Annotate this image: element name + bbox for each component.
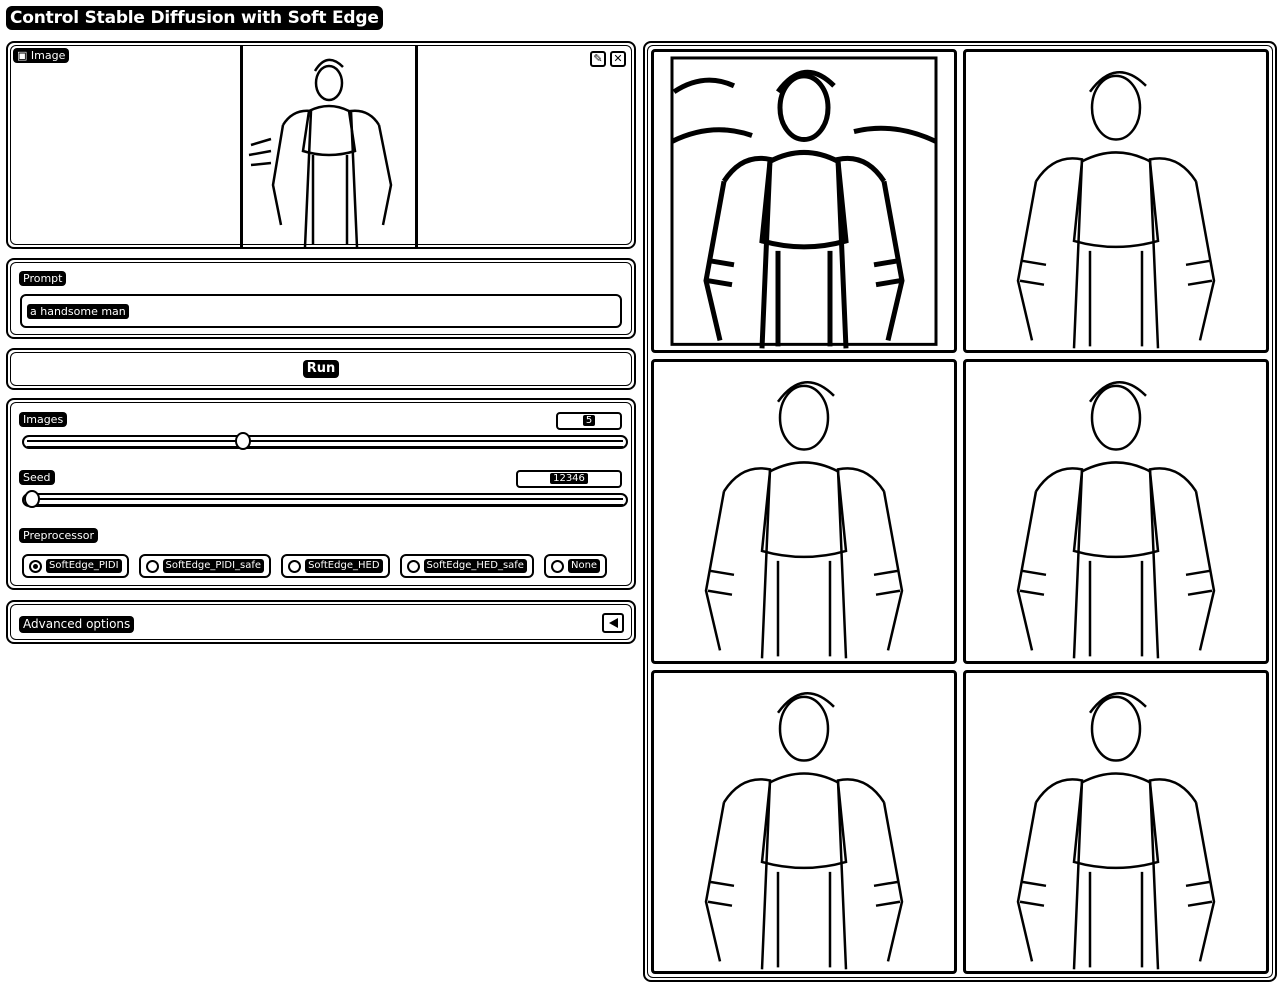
radio-dot-icon [288, 559, 302, 573]
gallery-image[interactable] [963, 669, 1269, 974]
gallery-image[interactable] [651, 359, 957, 664]
gallery-image[interactable] [963, 49, 1269, 354]
person-drawing [248, 58, 393, 247]
preprocessor-option[interactable]: SoftEdge_HED [281, 554, 390, 578]
image-input-panel[interactable]: ▣ Image ✎ ✕ [6, 41, 636, 249]
close-icon[interactable]: ✕ [610, 51, 626, 67]
generated-person [1016, 71, 1216, 349]
preprocessor-option-label: SoftEdge_HED_safe [423, 559, 527, 573]
seed-value: 12346 [550, 473, 588, 484]
preprocessor-option[interactable]: SoftEdge_PIDI [22, 554, 129, 578]
gallery-image[interactable] [651, 49, 957, 354]
settings-panel: Images 5 Seed 12346 Preprocessor SoftEdg… [6, 398, 636, 590]
prompt-input[interactable]: a handsome man [20, 294, 622, 328]
images-value: 5 [582, 415, 596, 426]
images-number-input[interactable]: 5 [556, 412, 622, 430]
seed-slider[interactable] [22, 490, 628, 508]
collapse-arrow-icon[interactable] [602, 613, 624, 633]
preprocessor-radio-group: SoftEdge_PIDI SoftEdge_PIDI_safe SoftEdge_… [22, 554, 608, 578]
image-icon: ▣ [17, 49, 31, 62]
soft-edge-map [670, 56, 938, 349]
seed-slider-thumb[interactable] [24, 490, 40, 508]
preprocessor-option[interactable]: None [543, 554, 608, 578]
prompt-value: a handsome man [27, 304, 129, 319]
input-image-preview [240, 45, 418, 247]
preprocessor-option-label: SoftEdge_PIDI [46, 559, 122, 573]
preprocessor-option-label: None [567, 559, 601, 573]
preprocessor-option-label: SoftEdge_HED [305, 559, 383, 573]
output-gallery [643, 41, 1277, 982]
images-slider-thumb[interactable] [234, 432, 251, 450]
pencil-icon[interactable]: ✎ [590, 51, 606, 67]
generated-person [704, 381, 904, 659]
images-label: Images [19, 412, 68, 427]
preprocessor-option[interactable]: SoftEdge_PIDI_safe [138, 554, 272, 578]
generated-person [1016, 381, 1216, 659]
prompt-label: Prompt [19, 271, 67, 286]
radio-dot-icon [145, 559, 159, 573]
generated-person [1016, 691, 1216, 970]
radio-dot-icon [29, 559, 42, 573]
preprocessor-option[interactable]: SoftEdge_HED_safe [399, 554, 534, 578]
seed-label: Seed [19, 470, 55, 485]
seed-number-input[interactable]: 12346 [516, 470, 622, 488]
page-title: Control Stable Diffusion with Soft Edge [6, 6, 383, 30]
run-label: Run [302, 360, 340, 378]
prompt-panel: Prompt a handsome man [6, 258, 636, 339]
advanced-options-accordion[interactable]: Advanced options [6, 600, 636, 644]
image-label-text: Image [30, 49, 66, 62]
advanced-options-label: Advanced options [19, 616, 135, 633]
images-slider[interactable] [22, 432, 628, 450]
radio-dot-icon [550, 559, 564, 573]
gallery-image[interactable] [963, 359, 1269, 664]
generated-person [704, 691, 904, 970]
gallery-image[interactable] [651, 669, 957, 974]
run-button[interactable]: Run [6, 348, 636, 390]
preprocessor-label: Preprocessor [19, 528, 99, 543]
preprocessor-option-label: SoftEdge_PIDI_safe [162, 559, 265, 573]
radio-dot-icon [406, 559, 420, 573]
image-label: ▣ Image [13, 48, 70, 63]
